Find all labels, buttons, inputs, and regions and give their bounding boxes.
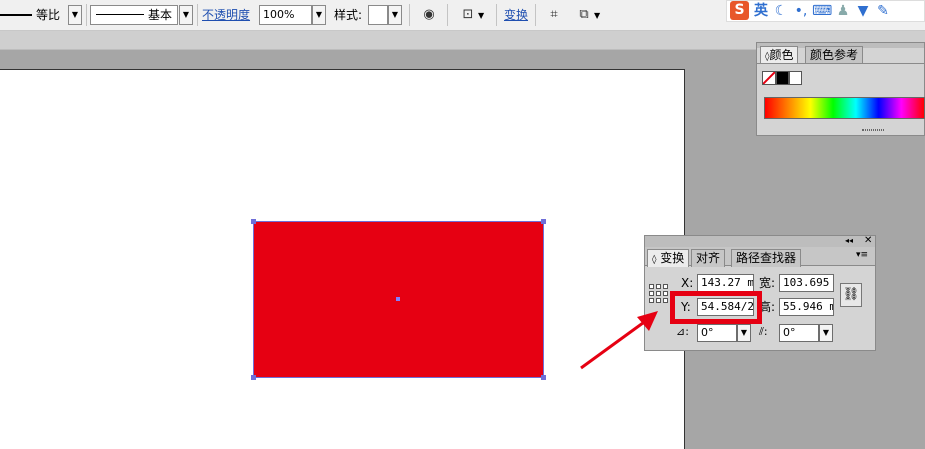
- isolate-selection-icon[interactable]: ⌗: [544, 5, 564, 25]
- shirt-icon[interactable]: ▼: [854, 1, 872, 21]
- selection-handle[interactable]: [251, 219, 256, 224]
- stroke-profile-preview: [0, 14, 32, 16]
- keyboard-icon[interactable]: ⌨: [812, 1, 832, 21]
- panel-title-bar[interactable]: [645, 236, 875, 247]
- arrange-icon[interactable]: ⧉: [574, 5, 594, 25]
- x-field[interactable]: 143.27 m: [697, 274, 754, 292]
- shear-dropdown-arrow[interactable]: ▼: [819, 324, 833, 342]
- transform-link[interactable]: 变换: [504, 6, 528, 24]
- rotate-dropdown-arrow[interactable]: ▼: [737, 324, 751, 342]
- style-dropdown-arrow[interactable]: ▼: [388, 5, 402, 25]
- x-label: X:: [681, 276, 694, 290]
- annotation-arrow: [580, 311, 658, 370]
- close-icon[interactable]: ✕: [864, 235, 872, 246]
- separator: [535, 4, 536, 26]
- center-point: [396, 297, 400, 301]
- panel-expand-icon: ◊: [652, 255, 657, 265]
- color-spectrum-bar[interactable]: [764, 97, 925, 119]
- user-icon[interactable]: ♟: [834, 1, 852, 21]
- selection-handle[interactable]: [541, 219, 546, 224]
- brush-preview-line: [96, 14, 144, 15]
- opacity-link[interactable]: 不透明度: [202, 6, 250, 24]
- style-label: 样式:: [334, 8, 363, 22]
- graphic-style-swatch[interactable]: [368, 5, 388, 25]
- divider: [757, 63, 924, 64]
- chevron-down-icon[interactable]: ▼: [594, 11, 600, 20]
- stroke-profile-label[interactable]: 等比: [36, 6, 60, 24]
- none-swatch[interactable]: [762, 71, 776, 85]
- rotate-icon: ⊿:: [676, 325, 689, 338]
- resize-grip-icon[interactable]: [862, 129, 884, 131]
- ime-mode-toggle[interactable]: 英: [752, 1, 770, 21]
- constrain-proportions-link-icon[interactable]: ⛓: [840, 283, 862, 307]
- wrench-icon[interactable]: ✎: [874, 1, 892, 21]
- tab-color[interactable]: ◊颜色: [760, 46, 799, 63]
- recolor-artwork-icon[interactable]: ◉: [419, 5, 439, 25]
- tab-align[interactable]: 对齐: [691, 249, 726, 267]
- brush-dropdown-arrow[interactable]: ▼: [179, 5, 193, 25]
- tab-color-guide[interactable]: 颜色参考: [805, 46, 864, 63]
- sogou-logo-icon[interactable]: S: [730, 1, 749, 20]
- separator: [197, 4, 198, 26]
- moon-icon[interactable]: ☾: [772, 1, 790, 21]
- shear-icon: ⫽:: [759, 325, 768, 338]
- brush-label: 基本: [148, 8, 173, 22]
- punctuation-icon[interactable]: •,: [792, 1, 810, 21]
- chevron-down-icon[interactable]: ▼: [478, 11, 484, 20]
- black-swatch[interactable]: [776, 71, 789, 85]
- selection-handle[interactable]: [541, 375, 546, 380]
- separator: [409, 4, 410, 26]
- width-field[interactable]: 103.695: [779, 274, 834, 292]
- selection-handle[interactable]: [251, 375, 256, 380]
- height-field[interactable]: 55.946 m: [779, 298, 834, 316]
- tab-pathfinder[interactable]: 路径查找器: [731, 249, 802, 267]
- shear-field[interactable]: 0°: [779, 324, 819, 342]
- separator: [447, 4, 448, 26]
- highlight-box: [670, 291, 762, 324]
- stroke-profile-dropdown-arrow[interactable]: ▼: [68, 5, 82, 25]
- tab-transform[interactable]: ◊ 变换: [647, 249, 690, 267]
- panel-menu-icon[interactable]: ▾≡: [856, 250, 868, 260]
- rotate-field[interactable]: 0°: [697, 324, 737, 342]
- separator: [496, 4, 497, 26]
- separator: [86, 4, 87, 26]
- reference-point-locator[interactable]: [649, 284, 671, 306]
- white-swatch[interactable]: [789, 71, 802, 85]
- opacity-input[interactable]: 100%: [259, 5, 312, 25]
- width-label: 宽:: [759, 276, 776, 290]
- opacity-dropdown-arrow[interactable]: ▼: [312, 5, 326, 25]
- align-grid-icon[interactable]: ⊡: [458, 5, 478, 25]
- collapse-icon[interactable]: ◂◂: [845, 236, 853, 246]
